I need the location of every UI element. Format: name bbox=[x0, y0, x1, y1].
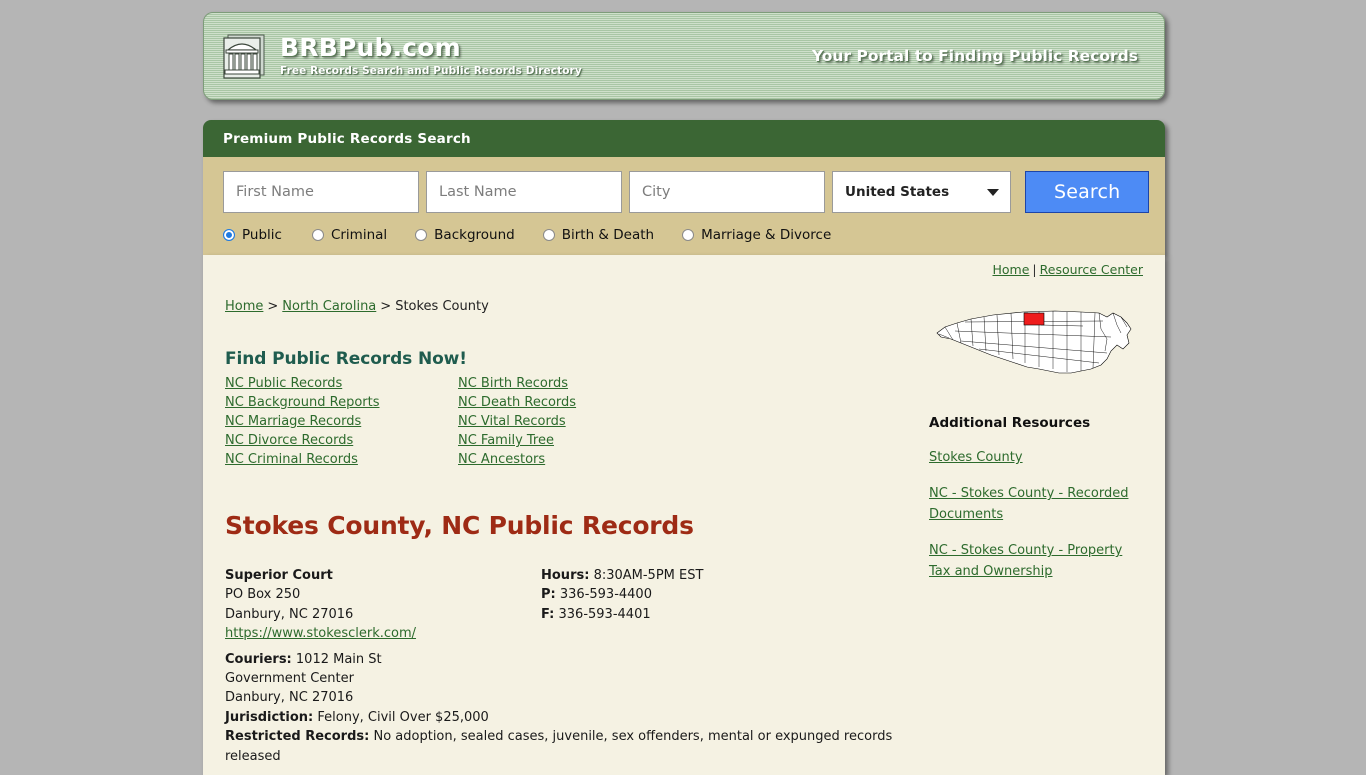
north-carolina-county-map bbox=[931, 299, 1141, 383]
side-link-recorded-documents[interactable]: NC - Stokes County - Recorded Documents bbox=[929, 486, 1128, 522]
link-nc-family-tree[interactable]: NC Family Tree bbox=[458, 433, 915, 448]
brand-tagline: Your Portal to Finding Public Records bbox=[811, 47, 1138, 65]
city-input[interactable] bbox=[629, 171, 825, 213]
additional-resources-heading: Additional Resources bbox=[929, 415, 1091, 431]
country-select[interactable]: United States bbox=[832, 171, 1012, 213]
radio-dot-icon bbox=[223, 229, 235, 241]
jurisdiction-label: Jurisdiction: bbox=[225, 709, 314, 725]
last-name-input[interactable] bbox=[426, 171, 622, 213]
link-nc-birth-records[interactable]: NC Birth Records bbox=[458, 376, 915, 391]
link-nc-public-records[interactable]: NC Public Records bbox=[225, 376, 458, 391]
radio-label: Background bbox=[434, 227, 515, 243]
court-address-line1: PO Box 250 bbox=[225, 587, 301, 603]
side-link-property-tax-ownership[interactable]: NC - Stokes County - Property Tax and Ow… bbox=[929, 543, 1122, 579]
first-name-input[interactable] bbox=[223, 171, 419, 213]
breadcrumb-home[interactable]: Home bbox=[225, 299, 263, 314]
jurisdiction-value: Felony, Civil Over $25,000 bbox=[317, 709, 489, 725]
hours-value: 8:30AM-5PM EST bbox=[593, 568, 704, 583]
fax-value: 336-593-4401 bbox=[558, 606, 651, 622]
sidebar: Additional Resources Stokes County NC - … bbox=[915, 277, 1143, 766]
radio-marriage-divorce[interactable]: Marriage & Divorce bbox=[682, 227, 831, 243]
couriers-line3: Danbury, NC 27016 bbox=[225, 690, 354, 706]
utility-nav: Home | Resource Center bbox=[225, 255, 1143, 277]
breadcrumb: Home > North Carolina > Stokes County bbox=[225, 299, 915, 314]
breadcrumb-sep-2: > bbox=[380, 299, 392, 314]
phone-label: P: bbox=[541, 587, 556, 603]
country-select-value: United States bbox=[832, 171, 1012, 213]
radio-dot-icon bbox=[415, 229, 428, 241]
radio-label: Public bbox=[242, 227, 282, 243]
brand-title: BRBPub.com bbox=[280, 33, 461, 63]
record-type-radio-group: Public Criminal Background Birth & Death… bbox=[223, 227, 1149, 243]
link-nc-vital-records[interactable]: NC Vital Records bbox=[458, 414, 915, 429]
additional-resources-links: Stokes County NC - Stokes County - Recor… bbox=[929, 447, 1143, 582]
radio-label: Birth & Death bbox=[561, 227, 655, 243]
radio-public[interactable]: Public bbox=[223, 227, 282, 243]
court-name: Superior Court bbox=[225, 568, 333, 583]
find-records-heading: Find Public Records Now! bbox=[225, 349, 467, 369]
nav-resource-center-link[interactable]: Resource Center bbox=[1040, 262, 1143, 277]
link-nc-marriage-records[interactable]: NC Marriage Records bbox=[225, 414, 458, 429]
radio-birth-death[interactable]: Birth & Death bbox=[542, 227, 655, 243]
breadcrumb-current: Stokes County bbox=[395, 299, 489, 314]
couriers-label: Couriers: bbox=[225, 651, 292, 667]
search-button[interactable]: Search bbox=[1025, 171, 1149, 213]
couriers-line2: Government Center bbox=[225, 671, 354, 687]
couriers-line1: 1012 Main St bbox=[295, 651, 382, 667]
site-banner: BRBPub.com Free Records Search and Publi… bbox=[203, 12, 1165, 100]
radio-background[interactable]: Background bbox=[415, 227, 515, 243]
radio-label: Marriage & Divorce bbox=[701, 227, 832, 243]
link-nc-criminal-records[interactable]: NC Criminal Records bbox=[225, 452, 458, 467]
link-nc-death-records[interactable]: NC Death Records bbox=[458, 395, 915, 410]
court-info: Superior Court PO Box 250 Danbury, NC 27… bbox=[225, 566, 915, 644]
link-nc-divorce-records[interactable]: NC Divorce Records bbox=[225, 433, 458, 448]
fax-label: F: bbox=[541, 606, 555, 622]
nav-separator: | bbox=[1032, 262, 1037, 277]
courthouse-icon bbox=[222, 32, 268, 80]
nav-home-link[interactable]: Home bbox=[992, 262, 1029, 277]
breadcrumb-north-carolina[interactable]: North Carolina bbox=[282, 299, 376, 314]
court-address-line2: Danbury, NC 27016 bbox=[225, 606, 354, 622]
restricted-records-label: Restricted Records: bbox=[225, 729, 370, 745]
page-container: BRBPub.com Free Records Search and Publi… bbox=[203, 0, 1165, 775]
radio-label: Criminal bbox=[330, 227, 388, 243]
find-records-link-grid: NC Public Records NC Birth Records NC Ba… bbox=[225, 376, 915, 467]
breadcrumb-sep-1: > bbox=[267, 299, 279, 314]
radio-dot-icon bbox=[311, 229, 324, 241]
radio-criminal[interactable]: Criminal bbox=[311, 227, 388, 243]
court-extra-info: Couriers: 1012 Main St Government Center… bbox=[225, 650, 915, 766]
court-website-link[interactable]: https://www.stokesclerk.com/ bbox=[225, 626, 416, 641]
link-nc-background-reports[interactable]: NC Background Reports bbox=[225, 395, 458, 410]
premium-search-panel: Premium Public Records Search United Sta… bbox=[203, 120, 1165, 255]
chevron-down-icon bbox=[987, 189, 1000, 196]
side-link-stokes-county[interactable]: Stokes County bbox=[929, 450, 1023, 465]
hours-label: Hours: bbox=[541, 568, 590, 583]
brand-subtitle: Free Records Search and Public Records D… bbox=[280, 64, 582, 77]
radio-dot-icon bbox=[542, 229, 555, 241]
page-title: Stokes County, NC Public Records bbox=[225, 511, 694, 540]
phone-value: 336-593-4400 bbox=[559, 587, 652, 603]
radio-dot-icon bbox=[682, 229, 695, 241]
link-nc-ancestors[interactable]: NC Ancestors bbox=[458, 452, 915, 467]
search-panel-heading: Premium Public Records Search bbox=[203, 120, 1165, 157]
content-area: Home | Resource Center Home > North Carolina… bbox=[203, 255, 1165, 775]
